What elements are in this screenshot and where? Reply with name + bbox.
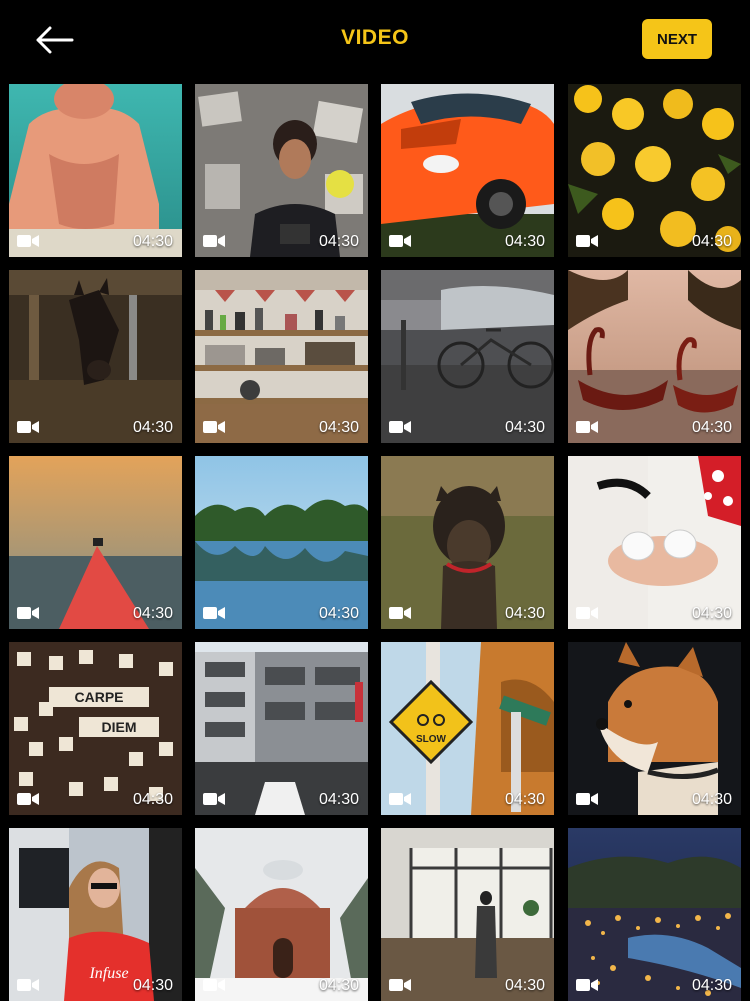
video-camera-icon xyxy=(203,421,225,433)
video-duration: 04:30 xyxy=(132,605,173,622)
video-camera-icon xyxy=(17,421,39,433)
video-thumbnail xyxy=(568,456,741,629)
video-tile[interactable]: 04:30 xyxy=(9,84,182,257)
video-thumbnail xyxy=(568,642,741,815)
video-duration: 04:30 xyxy=(132,791,173,808)
video-camera-icon xyxy=(576,979,598,991)
video-duration: 04:30 xyxy=(504,605,545,622)
video-thumbnail xyxy=(381,456,554,629)
video-tile[interactable]: 04:30 xyxy=(195,642,368,815)
video-camera-icon xyxy=(389,979,411,991)
video-tile[interactable]: 04:30 xyxy=(195,456,368,629)
video-tile[interactable]: Infuse 04:30 xyxy=(9,828,182,1001)
video-thumbnail xyxy=(568,270,741,443)
video-camera-icon xyxy=(17,235,39,247)
video-camera-icon xyxy=(203,235,225,247)
video-thumbnail: CARPE DIEM xyxy=(9,642,182,815)
video-tile[interactable]: 04:30 xyxy=(381,456,554,629)
video-thumbnail xyxy=(195,828,368,1001)
video-tile[interactable]: SLOW 04:30 xyxy=(381,642,554,815)
video-tile[interactable]: 04:30 xyxy=(568,456,741,629)
video-camera-icon xyxy=(17,979,39,991)
video-thumbnail xyxy=(195,456,368,629)
video-tile[interactable]: 04:30 xyxy=(381,84,554,257)
video-tile[interactable]: 04:30 xyxy=(568,828,741,1001)
video-camera-icon xyxy=(389,421,411,433)
video-camera-icon xyxy=(389,235,411,247)
video-duration: 04:30 xyxy=(691,419,732,436)
video-camera-icon xyxy=(576,235,598,247)
header-bar: VIDEO NEXT xyxy=(0,0,750,80)
video-tile[interactable]: CARPE DIEM 04:30 xyxy=(9,642,182,815)
video-camera-icon xyxy=(576,793,598,805)
video-duration: 04:30 xyxy=(132,419,173,436)
video-thumbnail xyxy=(381,828,554,1001)
video-duration: 04:30 xyxy=(132,977,173,994)
video-camera-icon xyxy=(203,607,225,619)
video-thumbnail xyxy=(381,84,554,257)
video-camera-icon xyxy=(389,793,411,805)
video-thumbnail xyxy=(9,270,182,443)
video-duration: 04:30 xyxy=(318,791,359,808)
sign-text: SLOW xyxy=(416,734,447,745)
video-duration: 04:30 xyxy=(504,977,545,994)
video-duration: 04:30 xyxy=(504,791,545,808)
video-thumbnail xyxy=(568,828,741,1001)
video-thumbnail xyxy=(9,84,182,257)
video-thumbnail: SLOW xyxy=(381,642,554,815)
video-tile[interactable]: 04:30 xyxy=(568,84,741,257)
video-duration: 04:30 xyxy=(318,233,359,250)
video-duration: 04:30 xyxy=(318,419,359,436)
video-camera-icon xyxy=(203,793,225,805)
video-tile[interactable]: 04:30 xyxy=(568,642,741,815)
tile-word-carpe: CARPE xyxy=(74,689,123,705)
shirt-text: Infuse xyxy=(88,965,128,982)
video-thumbnail xyxy=(568,84,741,257)
video-thumbnail xyxy=(195,642,368,815)
video-camera-icon xyxy=(203,979,225,991)
next-button[interactable]: NEXT xyxy=(642,19,712,59)
video-tile[interactable]: 04:30 xyxy=(9,456,182,629)
video-camera-icon xyxy=(389,607,411,619)
video-duration: 04:30 xyxy=(504,233,545,250)
video-duration: 04:30 xyxy=(132,233,173,250)
video-camera-icon xyxy=(17,793,39,805)
video-duration: 04:30 xyxy=(691,605,732,622)
video-camera-icon xyxy=(576,607,598,619)
tile-word-diem: DIEM xyxy=(102,719,137,735)
video-camera-icon xyxy=(17,607,39,619)
video-duration: 04:30 xyxy=(691,977,732,994)
video-thumbnail xyxy=(195,84,368,257)
video-thumbnail: Infuse xyxy=(9,828,182,1001)
video-tile[interactable]: 04:30 xyxy=(195,270,368,443)
video-tile[interactable]: 04:30 xyxy=(195,828,368,1001)
video-tile[interactable]: 04:30 xyxy=(195,84,368,257)
video-tile[interactable]: 04:30 xyxy=(381,828,554,1001)
video-tile[interactable]: 04:30 xyxy=(381,270,554,443)
video-duration: 04:30 xyxy=(318,977,359,994)
video-tile[interactable]: 04:30 xyxy=(9,270,182,443)
video-thumbnail xyxy=(195,270,368,443)
video-tile[interactable]: 04:30 xyxy=(568,270,741,443)
video-duration: 04:30 xyxy=(318,605,359,622)
video-thumbnail xyxy=(9,456,182,629)
video-thumbnail xyxy=(381,270,554,443)
video-camera-icon xyxy=(576,421,598,433)
video-duration: 04:30 xyxy=(504,419,545,436)
video-duration: 04:30 xyxy=(691,233,732,250)
page-title: VIDEO xyxy=(341,26,409,49)
video-duration: 04:30 xyxy=(691,791,732,808)
